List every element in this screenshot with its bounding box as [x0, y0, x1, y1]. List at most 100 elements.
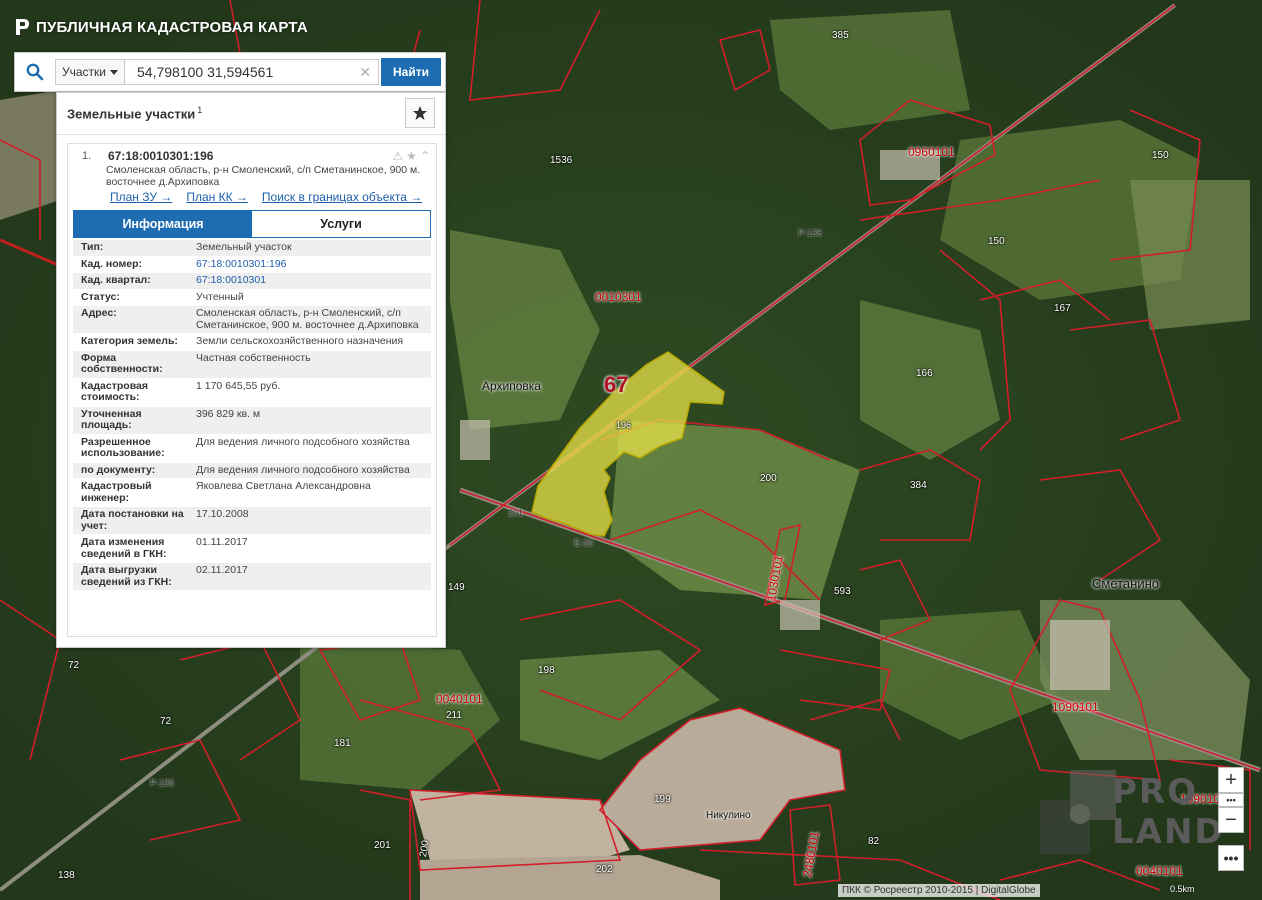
- parcel-index: 1.: [82, 150, 92, 162]
- parcel-card: 1. 67:18:0010301:196 Смоленская область,…: [67, 143, 437, 637]
- info-value: Смоленская область, р-н Смоленский, с/п …: [196, 307, 419, 331]
- info-key: Категория земель:: [81, 335, 178, 347]
- region-label: 67: [604, 372, 629, 397]
- parcel-number-label: 384: [910, 480, 927, 491]
- info-key: Кадастровая стоимость:: [81, 379, 148, 403]
- plan-zu-link[interactable]: План ЗУ →: [110, 190, 172, 204]
- more-tools-button[interactable]: •••: [1218, 845, 1244, 871]
- quarter-label: 0040101: [436, 692, 483, 706]
- info-key: Кадастровый инженер:: [81, 480, 152, 504]
- road-label: Е-30: [574, 538, 594, 548]
- info-row: Уточненная площадь: 396 829 кв. м: [73, 406, 431, 435]
- info-key: Кад. номер:: [81, 257, 143, 270]
- parcel-number-label: 200: [760, 473, 777, 484]
- info-value: 01.11.2017: [196, 536, 248, 548]
- info-key: Тип:: [81, 241, 104, 253]
- parcel-number-label: 167: [1054, 303, 1071, 314]
- info-value: Учтенный: [196, 290, 244, 303]
- parcel-number-label: 149: [448, 582, 465, 593]
- scale-label: 0.5km: [1170, 884, 1195, 894]
- village-label: Сметанино: [1092, 576, 1160, 591]
- info-key: Статус:: [81, 290, 120, 303]
- village-label: Никулино: [706, 810, 751, 821]
- info-key: по документу:: [81, 463, 156, 476]
- app-title: ПУБЛИЧНАЯ КАДАСТРОВАЯ КАРТА: [14, 17, 308, 37]
- parcel-number-label: 138: [58, 870, 75, 881]
- cadastral-number-link[interactable]: 67:18:0010301:196: [190, 257, 431, 273]
- results-panel: Земельные участки 1 1. 67:18:0010301:196 …: [56, 92, 446, 648]
- info-row: Дата изменения сведений в ГКН: 01.11.2017: [73, 535, 431, 563]
- map-attribution: ПКК © Росреестр 2010-2015 | DigitalGlobe: [838, 884, 1040, 897]
- search-in-bounds-link[interactable]: Поиск в границах объекта →: [262, 190, 422, 204]
- star-icon: [413, 106, 427, 120]
- proland-logo: [1040, 770, 1116, 854]
- zoom-levels-more[interactable]: •••: [1218, 793, 1244, 807]
- panel-title: Земельные участки 1: [67, 105, 203, 122]
- tab-information[interactable]: Информация: [74, 211, 252, 237]
- parcel-card-header: 1. 67:18:0010301:196 Смоленская область,…: [68, 144, 436, 210]
- quarter-label: 1090101: [1052, 700, 1099, 714]
- info-value: Земли сельскохозяйственного назначения: [196, 335, 404, 347]
- info-key: Адрес:: [81, 307, 117, 319]
- quarter-label: 0960101: [908, 145, 955, 159]
- info-key: Форма собственности:: [81, 351, 163, 375]
- info-value: Для ведения личного подсобного хозяйства: [196, 435, 410, 448]
- parcel-number-label: 199: [654, 794, 671, 805]
- parcel-number-label: 150: [1152, 150, 1169, 161]
- zoom-out-button[interactable]: −: [1218, 807, 1244, 833]
- parcel-number[interactable]: 67:18:0010301:196: [108, 149, 430, 163]
- info-row: Адрес: Смоленская область, р-н Смоленский…: [73, 306, 431, 334]
- info-value: Для ведения личного подсобного хозяйства: [196, 463, 410, 476]
- info-value: 02.11.2017: [196, 564, 248, 576]
- search-type-dropdown[interactable]: Участки: [55, 59, 125, 85]
- search-type-label: Участки: [62, 65, 106, 79]
- zoom-in-button[interactable]: +: [1218, 767, 1244, 793]
- parcel-label: 196: [616, 420, 632, 430]
- info-row: Кад. квартал: 67:18:0010301: [73, 273, 431, 290]
- info-table: Тип: Земельный участок Кад. номер: 67:18:0…: [73, 240, 431, 591]
- info-key: Дата выгрузки сведений из ГКН:: [81, 564, 172, 588]
- card-tabs: Информация Услуги: [73, 210, 431, 238]
- info-key: Дата изменения сведений в ГКН:: [81, 536, 167, 560]
- info-row: Кад. номер: 67:18:0010301:196: [73, 256, 431, 273]
- info-row: Кадастровая стоимость: 1 170 645,55 руб.: [73, 378, 431, 407]
- parcel-number-label: 211: [446, 710, 462, 721]
- cadastral-quarter-link[interactable]: 67:18:0010301: [190, 273, 431, 289]
- find-button[interactable]: Найти: [381, 58, 441, 86]
- parcel-number-label: 593: [834, 586, 851, 597]
- info-row: Дата постановки на учет: 17.10.2008: [73, 507, 431, 535]
- quarter-label: 0010301: [595, 290, 642, 304]
- info-key: Разрешенное использование:: [81, 435, 165, 459]
- clear-icon[interactable]: ✕: [359, 64, 371, 81]
- village-label: Архиповка: [482, 379, 541, 393]
- info-row: Статус: Учтенный: [73, 289, 431, 306]
- parcel-number-label: 82: [868, 836, 880, 847]
- rosreestr-logo-icon: [16, 19, 29, 35]
- info-key: Кад. квартал:: [81, 274, 151, 286]
- warning-icon[interactable]: ⚠: [392, 149, 403, 163]
- app-title-text: ПУБЛИЧНАЯ КАДАСТРОВАЯ КАРТА: [36, 18, 308, 36]
- parcel-number-label: 1536: [550, 155, 573, 166]
- parcel-address: Смоленская область, р-н Смоленский, с/п …: [106, 164, 421, 188]
- star-icon[interactable]: ★: [406, 149, 417, 163]
- search-input[interactable]: [125, 59, 379, 85]
- plan-kk-link[interactable]: План КК →: [186, 190, 248, 204]
- info-row: Категория земель: Земли сельскохозяйствен…: [73, 334, 431, 351]
- info-row: Форма собственности: Частная собственност…: [73, 350, 431, 379]
- search-icon[interactable]: [15, 53, 55, 91]
- parcel-number-label: 181: [334, 738, 351, 749]
- info-value: Частная собственность: [196, 351, 311, 364]
- parcel-number-label: 385: [832, 30, 849, 41]
- parcel-number-label: 198: [538, 665, 555, 676]
- tab-services[interactable]: Услуги: [252, 211, 430, 237]
- chevron-up-icon[interactable]: ⌃: [420, 149, 430, 163]
- parcel-number-label: 72: [68, 660, 80, 671]
- info-value: 396 829 кв. м: [196, 407, 261, 420]
- info-row: Тип: Земельный участок: [73, 240, 431, 257]
- road-label: Р-135: [150, 778, 175, 788]
- quarter-label: 0040101: [1136, 864, 1183, 878]
- favorite-button[interactable]: [405, 98, 435, 128]
- info-row: по документу: Для ведения личного подсобн…: [73, 462, 431, 479]
- road-label: 201: [508, 508, 524, 518]
- result-count: 1: [197, 105, 203, 116]
